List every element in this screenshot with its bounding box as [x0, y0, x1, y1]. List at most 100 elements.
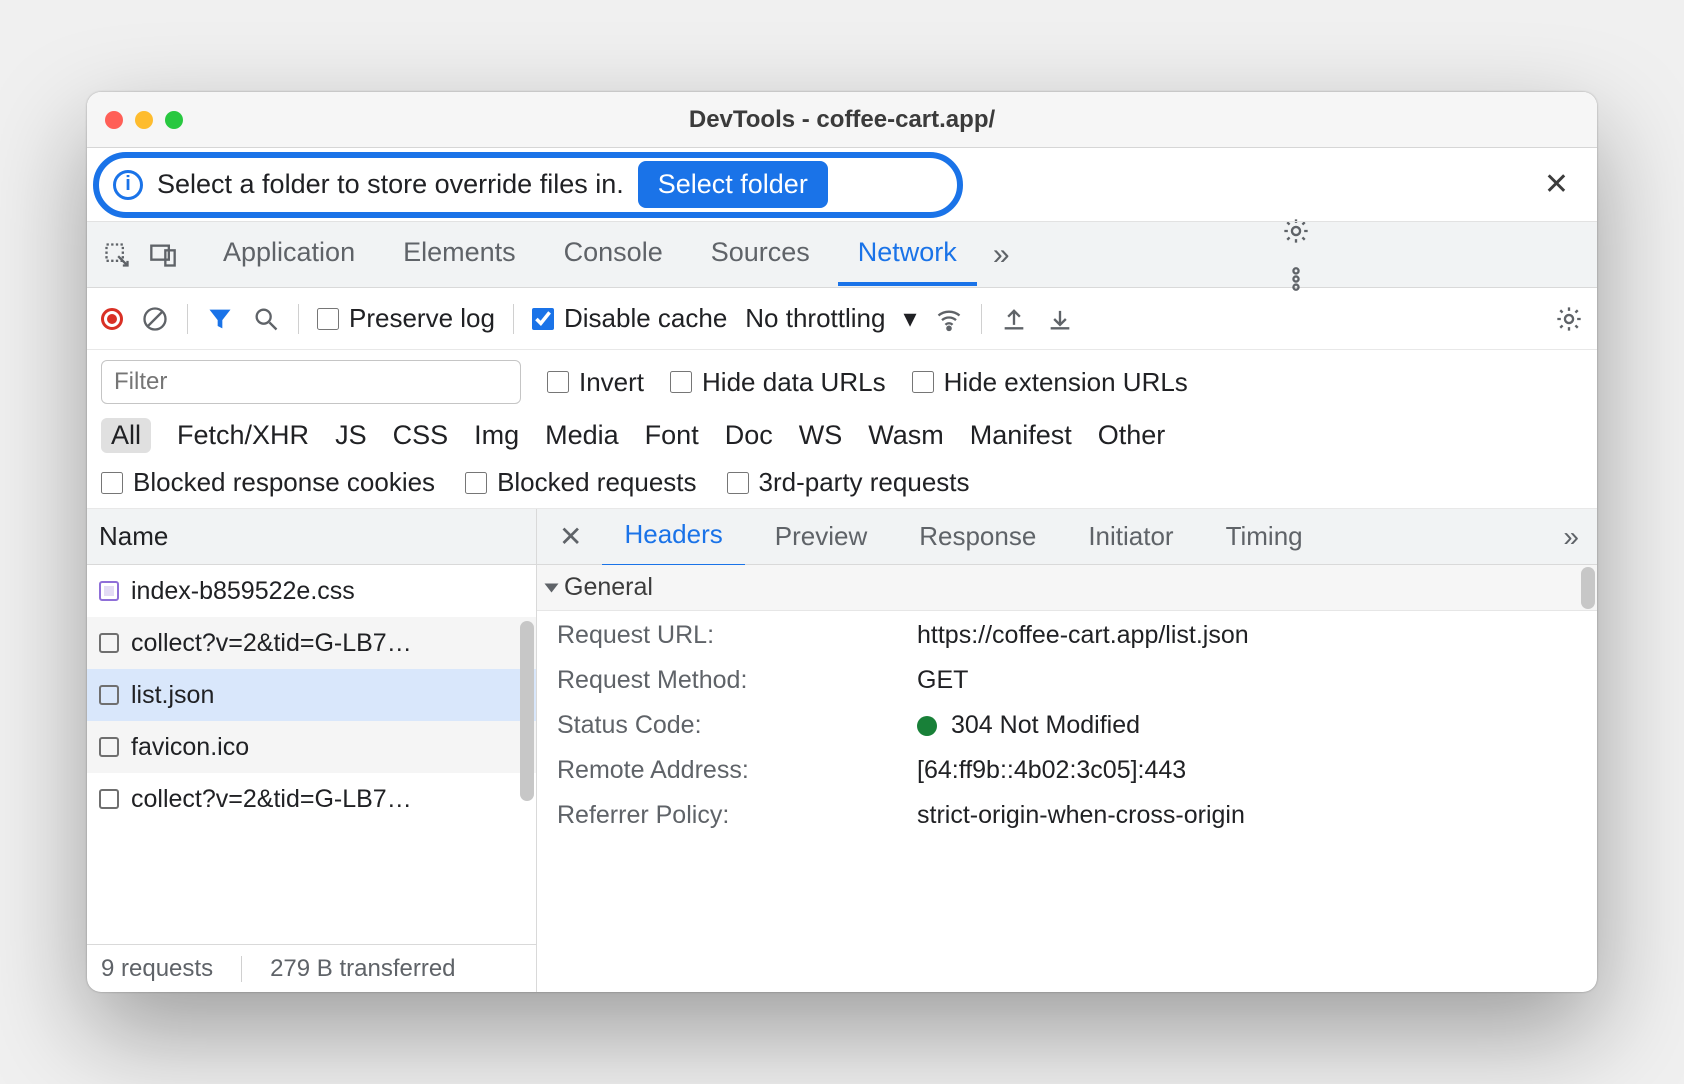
general-grid: Request URL: https://coffee-cart.app/lis… [537, 611, 1597, 840]
detail-tab-timing[interactable]: Timing [1204, 507, 1325, 566]
type-filter-media[interactable]: Media [545, 420, 619, 451]
section-general-header[interactable]: General [537, 565, 1597, 611]
file-icon [99, 789, 119, 809]
minimize-window-dot[interactable] [135, 111, 153, 129]
search-icon[interactable] [252, 305, 280, 333]
type-filter-other[interactable]: Other [1098, 420, 1166, 451]
type-filter-font[interactable]: Font [645, 420, 699, 451]
close-infobar-icon[interactable]: ✕ [1544, 167, 1583, 202]
type-filter-row: All Fetch/XHR JS CSS Img Media Font Doc … [101, 418, 1583, 453]
invert-checkbox[interactable]: Invert [547, 367, 644, 398]
network-settings-icon[interactable] [1555, 305, 1583, 333]
type-filter-ws[interactable]: WS [799, 420, 843, 451]
infobar-text: Select a folder to store override files … [157, 169, 624, 200]
value-request-method: GET [917, 666, 1577, 695]
label-remote-address: Remote Address: [557, 756, 917, 785]
type-filter-js[interactable]: JS [335, 420, 367, 451]
detail-tab-response[interactable]: Response [897, 507, 1058, 566]
type-filter-wasm[interactable]: Wasm [868, 420, 944, 451]
status-transferred: 279 B transferred [270, 955, 455, 983]
scrollbar-thumb[interactable] [520, 621, 534, 801]
type-filter-fetch[interactable]: Fetch/XHR [177, 420, 309, 451]
throttling-select[interactable]: No throttling ▾ [745, 303, 916, 334]
split-view: Name index-b859522e.css collect?v=2&tid=… [87, 509, 1597, 992]
divider [513, 304, 514, 334]
tab-network[interactable]: Network [838, 223, 977, 286]
select-folder-button[interactable]: Select folder [638, 161, 828, 208]
request-row[interactable]: collect?v=2&tid=G-LB7… [87, 617, 536, 669]
tab-application[interactable]: Application [203, 223, 375, 286]
request-name: list.json [131, 681, 214, 710]
throttling-value: No throttling [745, 303, 885, 334]
third-party-checkbox[interactable]: 3rd-party requests [727, 467, 970, 498]
type-filter-doc[interactable]: Doc [725, 420, 773, 451]
filter-input[interactable] [101, 360, 521, 404]
chevron-down-icon: ▾ [903, 303, 916, 334]
main-tabs: Application Elements Console Sources Net… [203, 223, 977, 286]
close-window-dot[interactable] [105, 111, 123, 129]
more-tabs-icon[interactable]: » [993, 238, 1010, 272]
request-row[interactable]: list.json [87, 669, 536, 721]
status-dot-icon [917, 716, 937, 736]
tab-console[interactable]: Console [544, 223, 683, 286]
devtools-window: DevTools - coffee-cart.app/ i Select a f… [87, 92, 1597, 992]
detail-tabs: ✕ Headers Preview Response Initiator Tim… [537, 509, 1597, 565]
request-name: favicon.ico [131, 733, 249, 762]
close-detail-icon[interactable]: ✕ [547, 520, 594, 553]
disable-cache-label: Disable cache [564, 303, 727, 334]
filter-funnel-icon[interactable] [206, 305, 234, 333]
detail-tab-headers[interactable]: Headers [602, 505, 744, 568]
status-bar: 9 requests 279 B transferred [87, 944, 536, 992]
record-icon[interactable] [101, 308, 123, 330]
request-row[interactable]: collect?v=2&tid=G-LB7… [87, 773, 536, 825]
download-har-icon[interactable] [1046, 305, 1074, 333]
value-referrer-policy: strict-origin-when-cross-origin [917, 801, 1577, 830]
hide-extension-urls-checkbox[interactable]: Hide extension URLs [912, 367, 1188, 398]
window-title: DevTools - coffee-cart.app/ [87, 106, 1597, 134]
tab-bar: Application Elements Console Sources Net… [87, 222, 1597, 288]
disable-cache-checkbox[interactable]: Disable cache [532, 303, 727, 334]
type-filter-img[interactable]: Img [474, 420, 519, 451]
value-status-code: 304 Not Modified [917, 711, 1577, 740]
requests-header[interactable]: Name [87, 509, 536, 565]
divider [981, 304, 982, 334]
override-infobar: i Select a folder to store override file… [87, 148, 1597, 222]
preserve-log-label: Preserve log [349, 303, 495, 334]
label-referrer-policy: Referrer Policy: [557, 801, 917, 830]
upload-har-icon[interactable] [1000, 305, 1028, 333]
preserve-log-checkbox[interactable]: Preserve log [317, 303, 495, 334]
type-filter-all[interactable]: All [101, 418, 151, 453]
hide-data-urls-checkbox[interactable]: Hide data URLs [670, 367, 886, 398]
section-title: General [564, 573, 653, 602]
zoom-window-dot[interactable] [165, 111, 183, 129]
detail-tab-initiator[interactable]: Initiator [1066, 507, 1195, 566]
request-name: index-b859522e.css [131, 577, 355, 606]
blocked-requests-checkbox[interactable]: Blocked requests [465, 467, 696, 498]
blocked-cookies-checkbox[interactable]: Blocked response cookies [101, 467, 435, 498]
clear-icon[interactable] [141, 305, 169, 333]
value-remote-address: [64:ff9b::4b02:3c05]:443 [917, 756, 1577, 785]
tab-elements[interactable]: Elements [383, 223, 536, 286]
scrollbar-thumb[interactable] [1581, 567, 1595, 609]
type-filter-manifest[interactable]: Manifest [970, 420, 1072, 451]
request-name: collect?v=2&tid=G-LB7… [131, 629, 412, 658]
traffic-lights [105, 111, 183, 129]
requests-list[interactable]: index-b859522e.css collect?v=2&tid=G-LB7… [87, 565, 536, 944]
inspect-icon[interactable] [97, 241, 137, 269]
network-toolbar: Preserve log Disable cache No throttling… [87, 288, 1597, 350]
label-request-method: Request Method: [557, 666, 917, 695]
detail-panel: ✕ Headers Preview Response Initiator Tim… [537, 509, 1597, 992]
more-detail-tabs-icon[interactable]: » [1563, 521, 1587, 553]
request-row[interactable]: favicon.ico [87, 721, 536, 773]
tab-sources[interactable]: Sources [691, 223, 830, 286]
device-toggle-icon[interactable] [143, 241, 183, 269]
disclosure-triangle-icon [545, 583, 559, 592]
detail-tab-preview[interactable]: Preview [753, 507, 889, 566]
label-request-url: Request URL: [557, 621, 917, 650]
type-filter-css[interactable]: CSS [393, 420, 449, 451]
file-icon [99, 685, 119, 705]
info-icon: i [113, 170, 143, 200]
network-conditions-icon[interactable] [935, 305, 963, 333]
file-icon [99, 633, 119, 653]
request-row[interactable]: index-b859522e.css [87, 565, 536, 617]
